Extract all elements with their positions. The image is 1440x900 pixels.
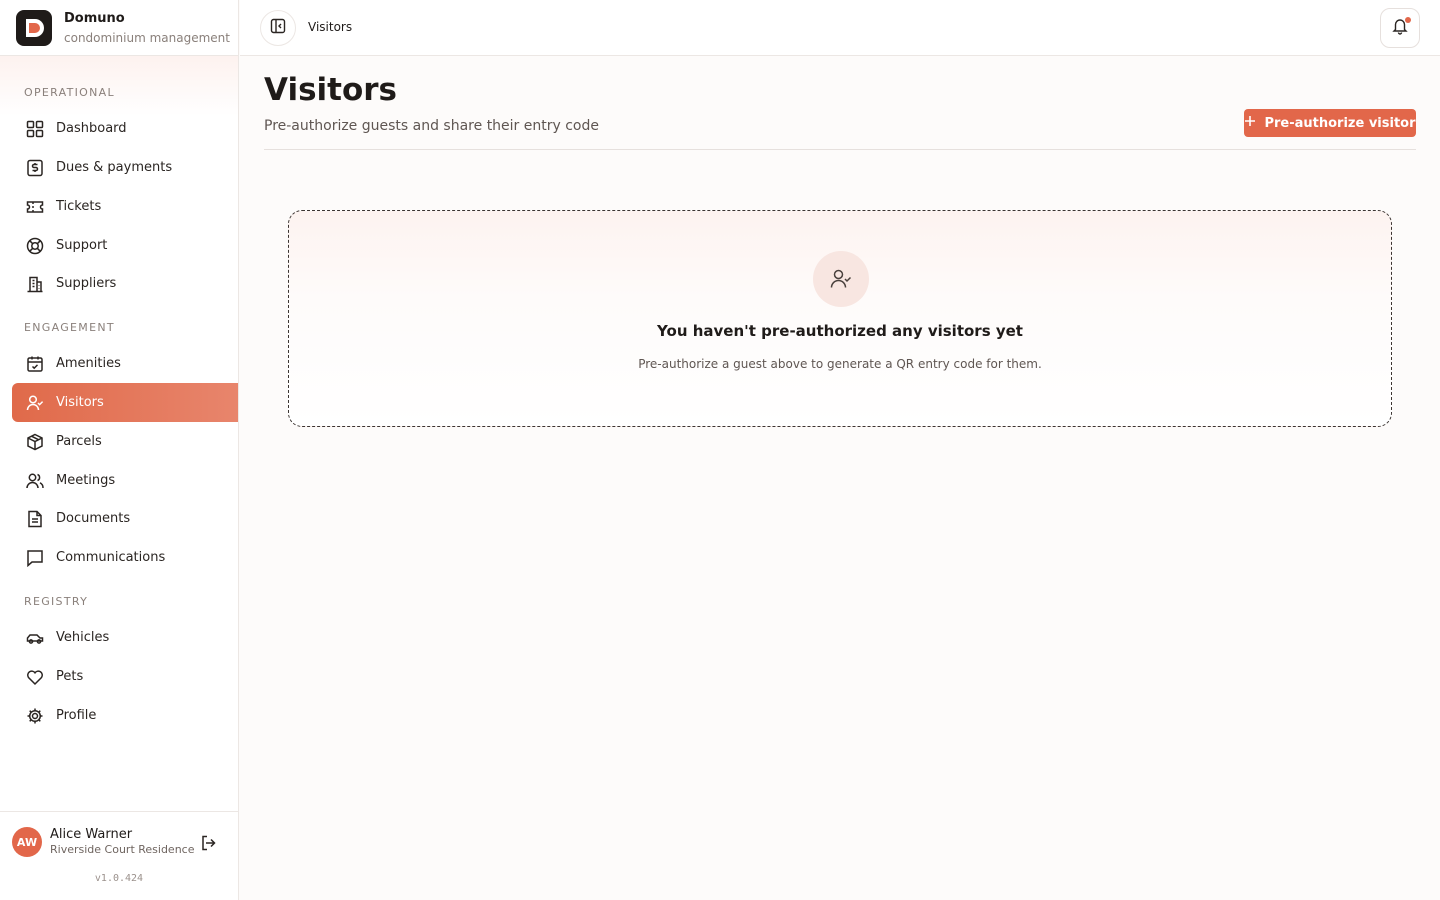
app-version: v1.0.424 [94, 873, 144, 884]
user-check-icon [813, 251, 869, 307]
avatar[interactable]: AW [12, 827, 42, 857]
sidebar-item-label: Profile [56, 708, 97, 723]
page-subtitle: Pre-authorize guests and share their ent… [264, 118, 599, 134]
sidebar-item-pets[interactable]: Pets [12, 657, 238, 696]
grid-icon [25, 119, 45, 139]
sidebar-item-visitors[interactable]: Visitors [12, 383, 238, 422]
document-icon [25, 509, 45, 529]
sidebar-item-vehicles[interactable]: Vehicles [12, 618, 238, 657]
section-label-operational: OPERATIONAL [24, 86, 115, 99]
sidebar-item-label: Tickets [56, 199, 102, 214]
calendar-check-icon [25, 354, 45, 374]
sidebar-item-profile[interactable]: Profile [12, 696, 238, 735]
ticket-icon [25, 197, 45, 217]
sidebar-item-tickets[interactable]: Tickets [12, 187, 238, 226]
dollar-receipt-icon [25, 158, 45, 178]
breadcrumb: Visitors [308, 20, 353, 34]
package-icon [25, 432, 45, 452]
sidebar-item-support[interactable]: Support [12, 226, 238, 265]
sidebar: Domuno condominium management OPERATIONA… [0, 0, 239, 900]
notifications-button[interactable] [1380, 8, 1420, 48]
empty-state-description: Pre-authorize a guest above to generate … [638, 357, 1042, 371]
notification-dot [1405, 17, 1411, 23]
sidebar-item-dues-payments[interactable]: Dues & payments [12, 148, 238, 187]
plus-icon [1244, 115, 1256, 131]
car-icon [25, 628, 45, 648]
brand-logo[interactable] [16, 10, 52, 46]
user-org: Riverside Court Residence [50, 843, 195, 856]
heart-icon [25, 667, 45, 687]
sidebar-item-label: Parcels [56, 434, 102, 449]
user-name: Alice Warner [50, 827, 133, 842]
building-icon [25, 274, 45, 294]
sidebar-item-documents[interactable]: Documents [12, 499, 238, 538]
brand-header: Domuno condominium management [0, 0, 238, 56]
sidebar-toggle-button[interactable] [260, 10, 296, 46]
sidebar-item-label: Suppliers [56, 276, 117, 291]
sidebar-item-label: Vehicles [56, 630, 110, 645]
page-title: Visitors [264, 72, 398, 108]
sidebar-item-label: Pets [56, 669, 84, 684]
sidebar-item-parcels[interactable]: Parcels [12, 422, 238, 461]
sidebar-item-amenities[interactable]: Amenities [12, 344, 238, 383]
sidebar-item-label: Amenities [56, 356, 121, 371]
logout-icon[interactable] [199, 833, 219, 853]
sidebar-item-communications[interactable]: Communications [12, 538, 238, 577]
sidebar-item-label: Communications [56, 550, 166, 565]
section-label-registry: REGISTRY [24, 595, 89, 608]
sidebar-item-suppliers[interactable]: Suppliers [12, 264, 238, 303]
sidebar-item-label: Meetings [56, 473, 116, 488]
users-icon [25, 471, 45, 491]
pre-authorize-visitor-button[interactable]: Pre-authorize visitor [1244, 109, 1416, 137]
sidebar-item-label: Visitors [56, 395, 104, 410]
sidebar-item-dashboard[interactable]: Dashboard [12, 109, 238, 148]
brand-name: Domuno [64, 11, 125, 26]
topbar: Visitors [240, 0, 1440, 56]
sidebar-item-label: Dashboard [56, 121, 127, 136]
user-block: AW Alice Warner Riverside Court Residenc… [0, 811, 238, 900]
empty-state: You haven't pre-authorized any visitors … [288, 210, 1392, 427]
header-divider [264, 149, 1416, 150]
sidebar-item-meetings[interactable]: Meetings [12, 461, 238, 500]
brand-subtitle: condominium management [64, 31, 230, 45]
sidebar-toggle-icon [270, 18, 286, 38]
gear-icon [25, 706, 45, 726]
lifebuoy-icon [25, 236, 45, 256]
message-icon [25, 548, 45, 568]
sidebar-item-label: Dues & payments [56, 160, 173, 175]
empty-state-title: You haven't pre-authorized any visitors … [657, 322, 1023, 340]
sidebar-item-label: Documents [56, 511, 131, 526]
sidebar-item-label: Support [56, 238, 108, 253]
user-check-icon [25, 393, 45, 413]
pre-authorize-visitor-label: Pre-authorize visitor [1264, 115, 1416, 131]
section-label-engagement: ENGAGEMENT [24, 321, 115, 334]
